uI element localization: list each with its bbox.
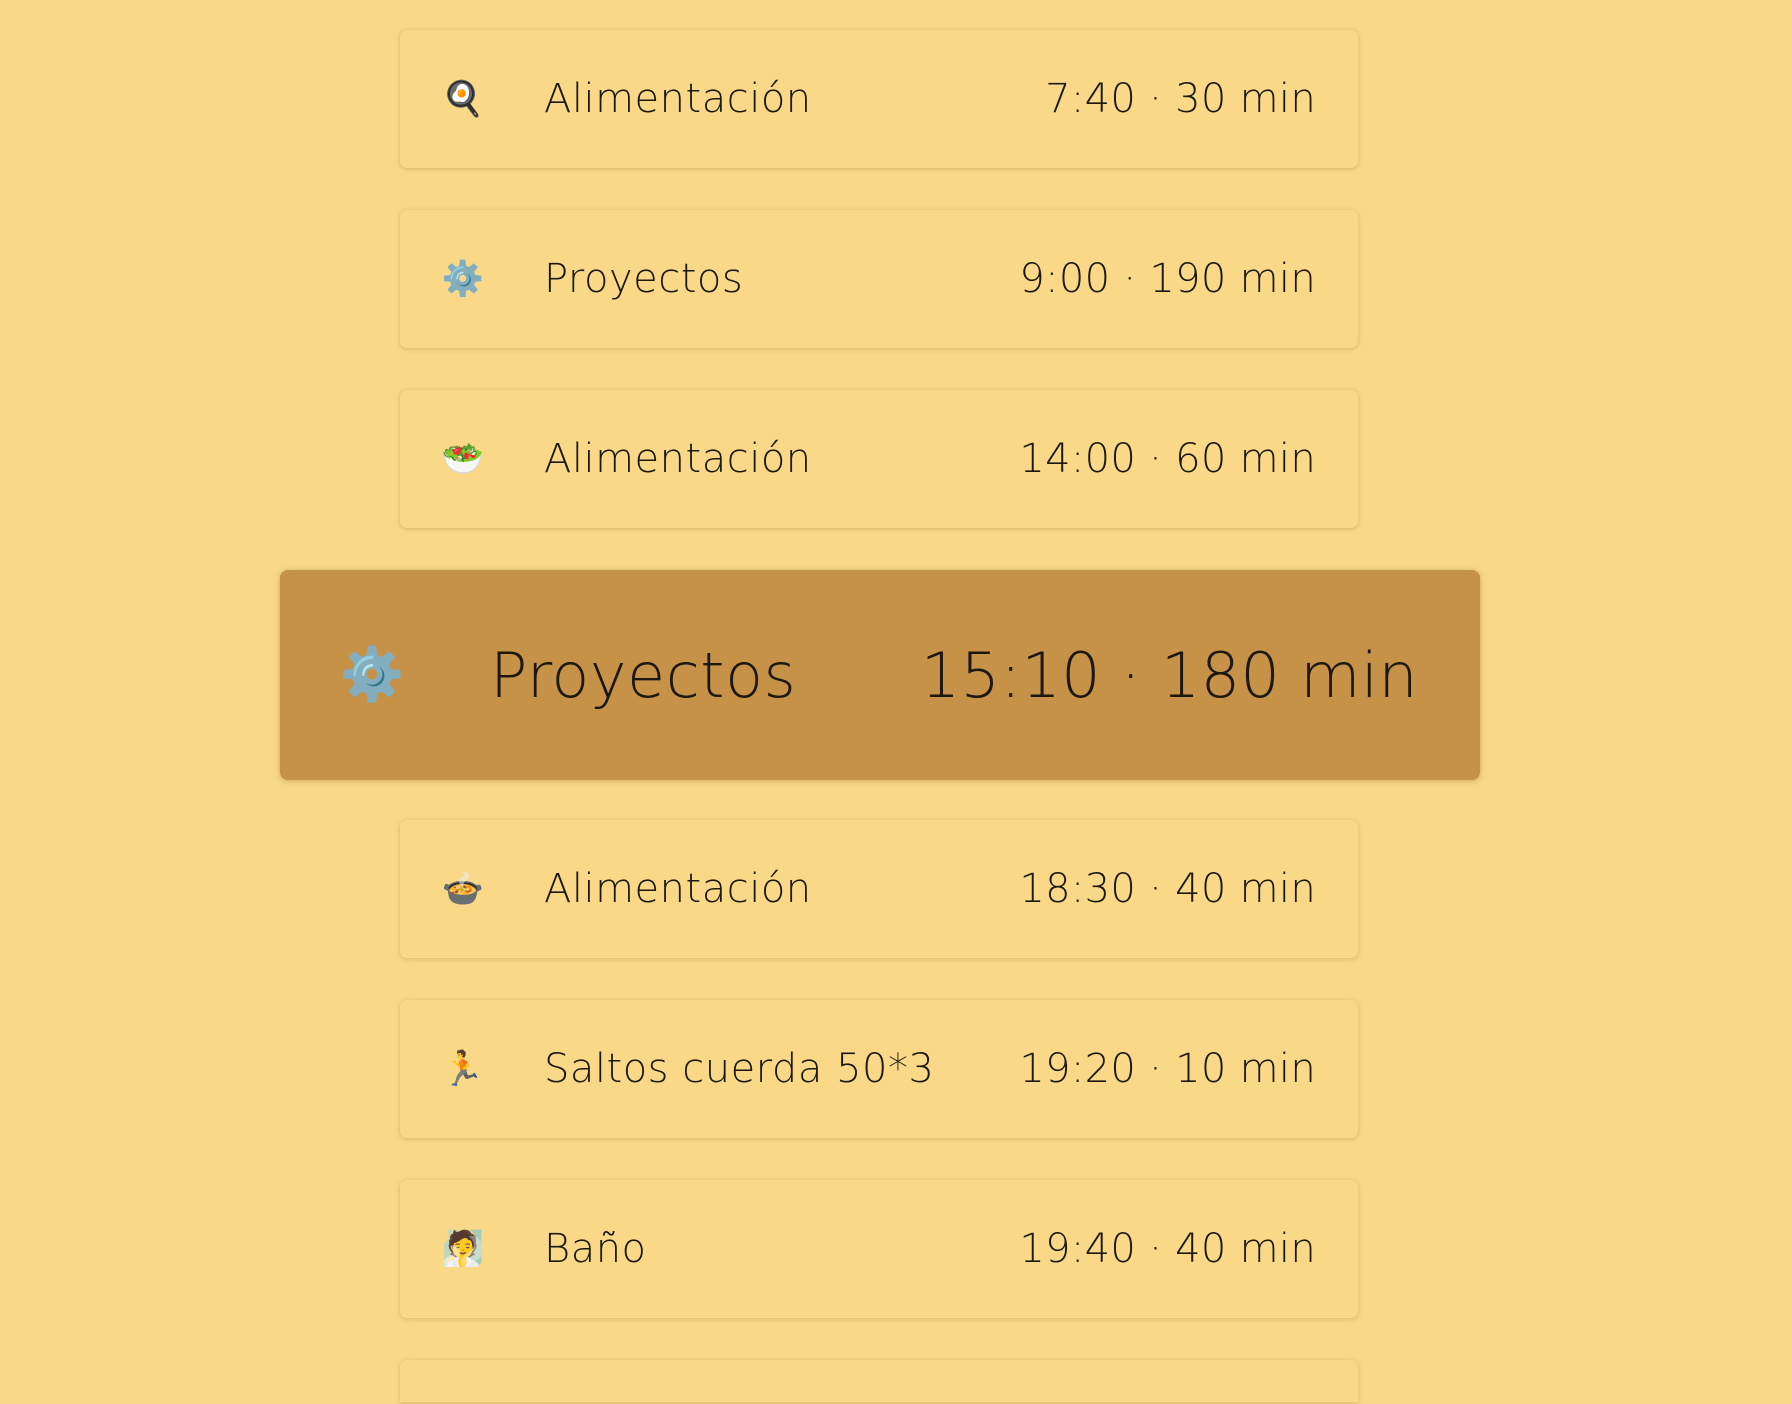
- item-time-duration: 9:00 · 190 min: [1019, 256, 1316, 302]
- schedule-item-current[interactable]: ⚙️ Proyectos 15:10 · 180 min: [280, 570, 1480, 780]
- gear-icon: ⚙️: [441, 259, 485, 299]
- schedule-item[interactable]: 🧖 Baño 19:40 · 40 min: [400, 1180, 1358, 1318]
- item-time-duration: 18:30 · 40 min: [1019, 866, 1316, 912]
- item-label: Alimentación: [544, 866, 812, 912]
- item-time-duration: 15:10 · 180 min: [920, 638, 1418, 712]
- running-person-icon: 🏃: [441, 1049, 485, 1089]
- frying-pan-egg-icon: 🍳: [441, 79, 485, 119]
- item-label: Baño: [544, 1226, 647, 1272]
- gear-icon: ⚙️: [339, 645, 405, 705]
- item-time-duration: 19:20 · 10 min: [1019, 1046, 1316, 1092]
- item-time-duration: 14:00 · 60 min: [1019, 436, 1316, 482]
- salad-icon: 🥗: [441, 439, 485, 479]
- stew-bowl-icon: 🍲: [441, 869, 485, 909]
- schedule-item[interactable]: 🏃 Saltos cuerda 50*3 19:20 · 10 min: [400, 1000, 1358, 1138]
- item-label: Proyectos: [490, 638, 797, 712]
- person-in-steamy-room-icon: 🧖: [441, 1229, 485, 1269]
- schedule-item[interactable]: 🍳 Alimentación 7:40 · 30 min: [400, 30, 1358, 168]
- item-time-duration: 7:40 · 30 min: [1045, 76, 1316, 122]
- item-label: Alimentación: [544, 76, 812, 122]
- schedule-item[interactable]: 🍲 Alimentación 18:30 · 40 min: [400, 820, 1358, 958]
- item-label: Proyectos: [544, 256, 744, 302]
- schedule-item[interactable]: 🥗 Alimentación 14:00 · 60 min: [400, 390, 1358, 528]
- item-label: Alimentación: [544, 436, 812, 482]
- item-icon: [440, 1358, 486, 1404]
- schedule-item-partial[interactable]: [400, 1360, 1358, 1402]
- item-label: Saltos cuerda 50*3: [544, 1046, 935, 1092]
- item-time-duration: 19:40 · 40 min: [1019, 1226, 1316, 1272]
- schedule-item[interactable]: ⚙️ Proyectos 9:00 · 190 min: [400, 210, 1358, 348]
